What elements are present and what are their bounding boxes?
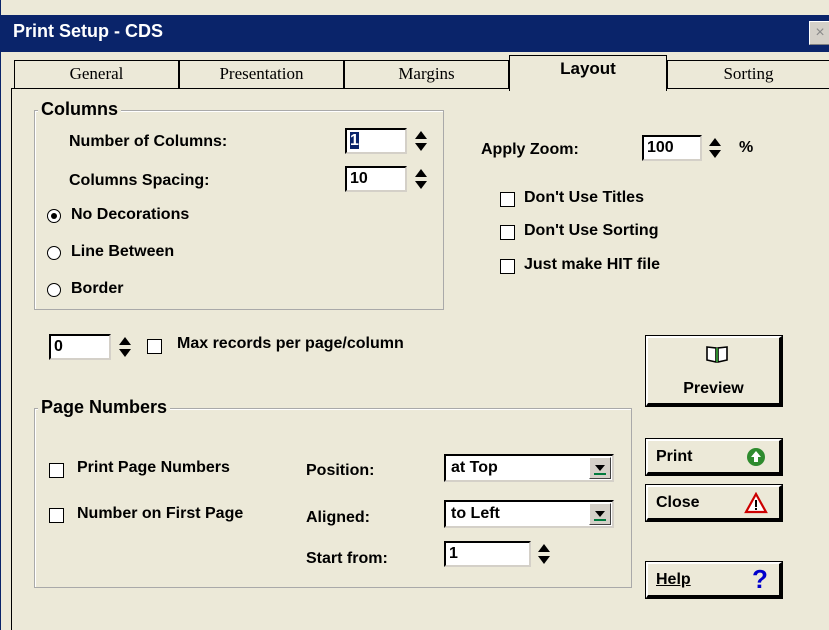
spin-down-icon[interactable]: [415, 143, 427, 151]
spin-up-icon[interactable]: [415, 131, 427, 139]
border-label: Border: [71, 280, 124, 297]
tab-general[interactable]: General: [14, 60, 179, 88]
preview-button[interactable]: Preview: [645, 335, 783, 407]
columns-group-title: Columns: [38, 99, 122, 120]
max-records-label: Max records per page/column: [177, 335, 404, 352]
print-page-numbers-label: Print Page Numbers: [77, 459, 230, 476]
close-window-button[interactable]: ×: [809, 21, 829, 45]
number-on-first-page-label: Number on First Page: [77, 505, 244, 522]
aligned-label: Aligned:: [306, 509, 370, 526]
start-from-spinner[interactable]: [536, 541, 552, 567]
spin-up-icon[interactable]: [119, 337, 131, 345]
columns-spacing-label: Columns Spacing:: [69, 172, 210, 189]
max-records-input[interactable]: 0: [49, 334, 111, 360]
line-between-radio[interactable]: [47, 246, 61, 260]
max-records-spinner[interactable]: [117, 334, 133, 360]
tab-presentation[interactable]: Presentation: [179, 60, 344, 88]
apply-zoom-spinner[interactable]: [707, 135, 723, 161]
tab-sorting[interactable]: Sorting: [667, 60, 829, 88]
start-from-input[interactable]: 1: [444, 541, 531, 567]
print-page-numbers-checkbox[interactable]: [49, 463, 64, 478]
position-label: Position:: [306, 462, 375, 479]
title-bar[interactable]: Print Setup - CDS ×: [1, 15, 829, 52]
dont-use-titles-label: Don't Use Titles: [524, 189, 644, 206]
zoom-unit: %: [739, 139, 754, 156]
no-decorations-label: No Decorations: [71, 206, 190, 223]
open-book-icon: [706, 346, 728, 363]
print-setup-window: Print Setup - CDS × General Presentation…: [0, 0, 829, 630]
just-make-hit-file-checkbox[interactable]: [500, 259, 515, 274]
max-records-checkbox[interactable]: [147, 339, 162, 354]
number-of-columns-input[interactable]: 1: [345, 128, 407, 154]
spin-up-icon[interactable]: [415, 169, 427, 177]
aligned-value: to Left: [451, 505, 500, 522]
columns-spacing-spinner[interactable]: [413, 166, 429, 192]
spin-up-icon[interactable]: [709, 138, 721, 146]
help-label: Help: [656, 571, 691, 588]
just-make-hit-file-label: Just make HIT file: [524, 256, 661, 273]
line-between-label: Line Between: [71, 243, 175, 260]
columns-spacing-input[interactable]: 10: [345, 166, 407, 192]
window-title: Print Setup - CDS: [13, 21, 164, 41]
no-decorations-radio[interactable]: [47, 209, 61, 223]
dont-use-titles-checkbox[interactable]: [500, 192, 515, 207]
number-on-first-page-checkbox[interactable]: [49, 508, 64, 523]
green-up-arrow-icon: [747, 448, 765, 466]
close-label: Close: [656, 494, 700, 511]
chevron-down-icon[interactable]: [589, 503, 611, 525]
position-value: at Top: [451, 459, 498, 476]
spin-down-icon[interactable]: [538, 556, 550, 564]
number-of-columns-label: Number of Columns:: [69, 133, 228, 150]
dont-use-sorting-label: Don't Use Sorting: [524, 222, 659, 239]
page-numbers-group-title: Page Numbers: [38, 397, 171, 418]
help-button[interactable]: Help ?: [645, 561, 783, 599]
apply-zoom-label: Apply Zoom:: [481, 141, 579, 158]
chevron-down-icon[interactable]: [589, 457, 611, 479]
close-button[interactable]: Close: [645, 484, 783, 522]
number-of-columns-spinner[interactable]: [413, 128, 429, 154]
preview-label: Preview: [683, 380, 744, 397]
dont-use-sorting-checkbox[interactable]: [500, 225, 515, 240]
print-button[interactable]: Print: [645, 438, 783, 476]
tab-margins[interactable]: Margins: [344, 60, 509, 88]
number-of-columns-value: 1: [350, 132, 359, 149]
question-mark-icon: ?: [752, 564, 768, 594]
spin-up-icon[interactable]: [538, 544, 550, 552]
spin-down-icon[interactable]: [119, 349, 131, 357]
border-radio[interactable]: [47, 283, 61, 297]
print-label: Print: [656, 448, 693, 465]
aligned-dropdown[interactable]: to Left: [444, 500, 614, 528]
spin-down-icon[interactable]: [709, 150, 721, 158]
start-from-label: Start from:: [306, 550, 388, 567]
position-dropdown[interactable]: at Top: [444, 454, 614, 482]
warning-triangle-icon: [744, 492, 768, 514]
apply-zoom-input[interactable]: 100: [642, 135, 702, 161]
spin-down-icon[interactable]: [415, 181, 427, 189]
tab-layout[interactable]: Layout: [509, 55, 667, 91]
